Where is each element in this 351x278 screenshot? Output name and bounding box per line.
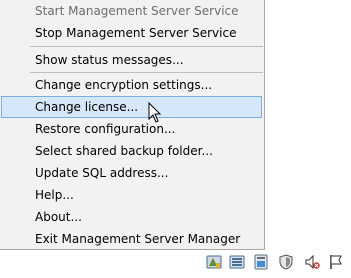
menu-item-label: Update SQL address...	[35, 166, 169, 180]
menu-item-label: Show status messages...	[35, 53, 184, 67]
menu-item-label: Restore configuration...	[35, 122, 176, 136]
menu-separator	[30, 72, 263, 73]
menu-item-restore-configuration[interactable]: Restore configuration...	[1, 118, 262, 140]
speaker-muted-icon[interactable]	[304, 254, 320, 270]
menu-item-about[interactable]: About...	[1, 206, 262, 228]
menu-item-exit-management-server-manager[interactable]: Exit Management Server Manager	[1, 228, 262, 250]
menu-item-show-status-messages[interactable]: Show status messages...	[1, 49, 262, 71]
event-server-icon[interactable]	[253, 254, 269, 270]
recording-server-icon[interactable]	[229, 254, 245, 270]
menu-item-label: Exit Management Server Manager	[35, 232, 241, 246]
shield-icon[interactable]	[278, 254, 294, 270]
menu-item-label: Help...	[35, 188, 74, 202]
menu-item-update-sql-address[interactable]: Update SQL address...	[1, 162, 262, 184]
menu-item-label: Change encryption settings...	[35, 78, 213, 92]
context-menu: Start Management Server Service Stop Man…	[0, 0, 265, 250]
menu-item-change-license[interactable]: Change license...	[1, 96, 262, 118]
menu-item-label: About...	[35, 210, 82, 224]
menu-item-label: Start Management Server Service	[35, 4, 239, 18]
management-server-icon[interactable]	[206, 254, 222, 270]
menu-item-select-shared-backup-folder[interactable]: Select shared backup folder...	[1, 140, 262, 162]
taskbar	[0, 250, 351, 278]
menu-item-label: Select shared backup folder...	[35, 144, 213, 158]
menu-item-label: Change license...	[35, 100, 139, 114]
flag-icon[interactable]	[328, 254, 344, 270]
menu-item-help[interactable]: Help...	[1, 184, 262, 206]
menu-item-label: Stop Management Server Service	[35, 26, 237, 40]
menu-item-stop-management-server-service[interactable]: Stop Management Server Service	[1, 22, 262, 44]
mouse-cursor-icon	[148, 102, 162, 123]
menu-separator	[30, 46, 263, 47]
menu-item-change-encryption-settings[interactable]: Change encryption settings...	[1, 74, 262, 96]
menu-item-start-management-server-service[interactable]: Start Management Server Service	[1, 0, 262, 22]
